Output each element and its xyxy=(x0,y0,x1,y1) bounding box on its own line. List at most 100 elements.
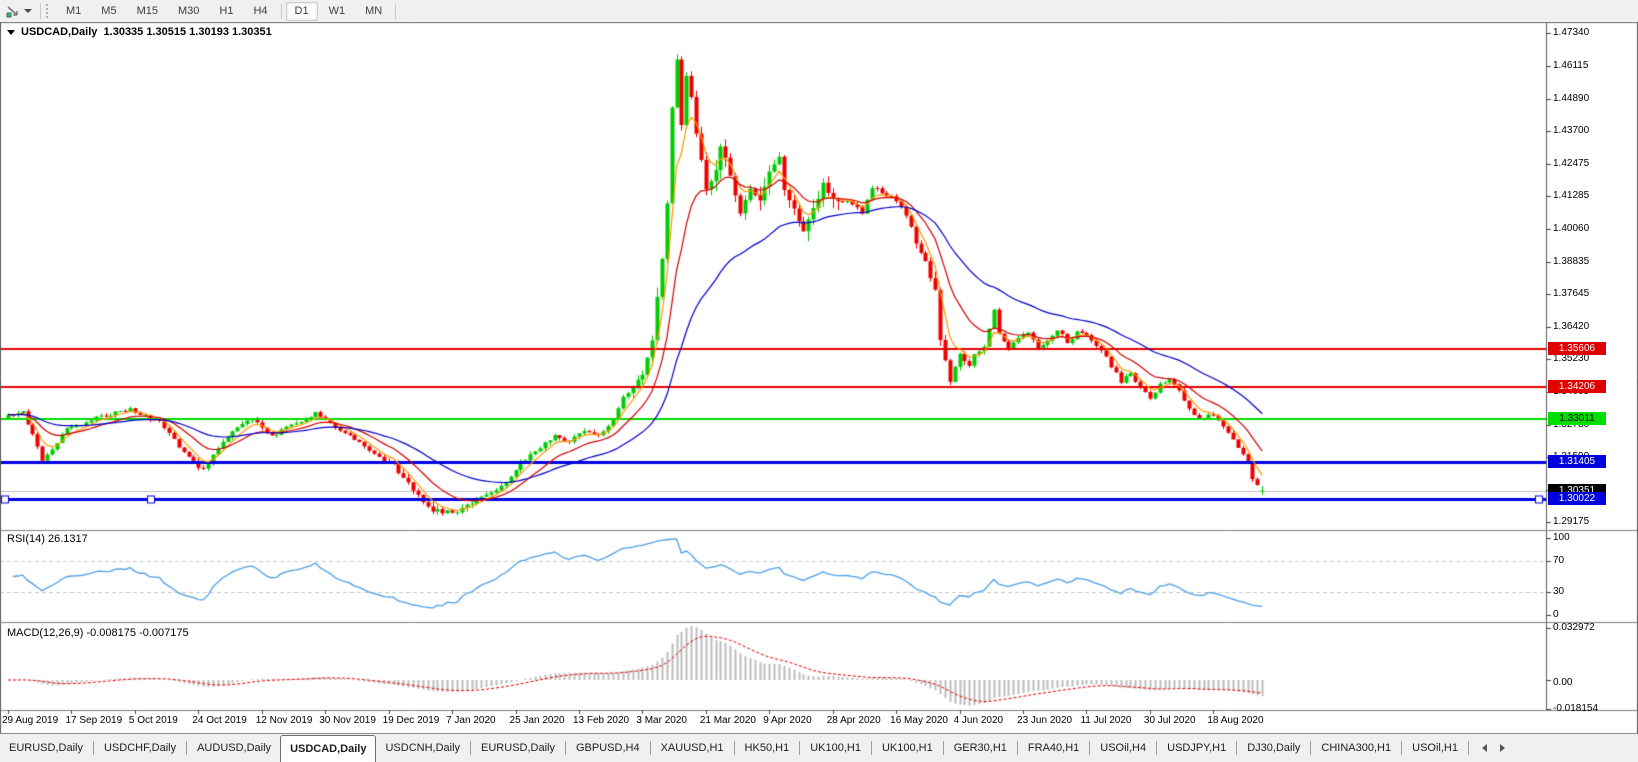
macd-axis-label: -0.018154 xyxy=(1553,702,1599,714)
chart-tab-AUDUSD-Daily[interactable]: AUDUSD,Daily xyxy=(188,734,280,762)
date-axis-label: 25 Jan 2020 xyxy=(509,715,565,726)
chart-tab-XAUUSD-H1[interactable]: XAUUSD,H1 xyxy=(652,734,733,762)
tab-divider xyxy=(470,741,472,755)
date-axis-label: 13 Feb 2020 xyxy=(572,715,630,726)
timeframe-button-M5[interactable]: M5 xyxy=(92,2,125,21)
rsi-axis-label: 0 xyxy=(1553,609,1559,620)
chart-tab-GBPUSD-H4[interactable]: GBPUSD,H4 xyxy=(567,734,649,762)
indicators-icon[interactable] xyxy=(4,2,22,20)
tab-divider xyxy=(1467,741,1469,755)
price-axis-label: 1.44890 xyxy=(1553,92,1590,104)
date-axis-label: 29 Aug 2019 xyxy=(2,715,59,726)
chart-ohlc-values: 1.30335 1.30515 1.30193 1.30351 xyxy=(103,26,272,38)
collapse-triangle-icon[interactable] xyxy=(7,29,15,35)
price-axis-label: 1.42475 xyxy=(1553,158,1590,170)
date-axis-label: 21 Mar 2020 xyxy=(699,715,756,726)
chart-tab-UK100-H1[interactable]: UK100,H1 xyxy=(873,734,942,762)
tab-divider xyxy=(799,741,801,755)
tab-divider xyxy=(1310,741,1312,755)
tab-divider xyxy=(92,741,94,755)
trading-terminal-window: M1 M5 M15 M30 H1 H4 D1 W1 MN USDCAD,Daily 1.3033… xyxy=(0,0,1638,762)
date-axis-label: 3 Mar 2020 xyxy=(636,715,687,726)
price-axis-label: 1.29175 xyxy=(1553,516,1590,528)
chart-tab-USDCAD-Daily[interactable]: USDCAD,Daily xyxy=(280,734,377,762)
timeframe-button-H4[interactable]: H4 xyxy=(244,2,276,21)
chart-tab-USDJPY-H1[interactable]: USDJPY,H1 xyxy=(1158,734,1235,762)
toolbar-separator xyxy=(395,3,397,19)
price-badge: 1.30022 xyxy=(1548,492,1606,506)
price-axis-label: 1.40060 xyxy=(1553,223,1590,235)
chart-tab-FRA40-H1[interactable]: FRA40,H1 xyxy=(1019,734,1088,762)
timeframe-button-MN[interactable]: MN xyxy=(356,2,391,21)
price-axis-label: 1.37645 xyxy=(1553,288,1590,300)
price-badge: 1.31405 xyxy=(1548,455,1606,469)
chart-tab-CHINA300-H1[interactable]: CHINA300,H1 xyxy=(1312,734,1400,762)
chart-tab-GER30-H1[interactable]: GER30,H1 xyxy=(945,734,1016,762)
timeframe-button-W1[interactable]: W1 xyxy=(320,2,355,21)
price-axis-label: 1.43700 xyxy=(1553,125,1590,137)
timeframe-toolbar: M1 M5 M15 M30 H1 H4 D1 W1 MN xyxy=(0,0,1638,22)
chart-tab-HK50-H1[interactable]: HK50,H1 xyxy=(736,734,799,762)
date-axis-label: 5 Oct 2019 xyxy=(128,715,178,726)
date-axis-label: 30 Nov 2019 xyxy=(319,715,376,726)
date-axis-label: 9 Apr 2020 xyxy=(763,715,812,726)
date-axis-label: 12 Nov 2019 xyxy=(255,715,313,726)
chart-tab-USOil-H4[interactable]: USOil,H4 xyxy=(1091,734,1155,762)
timeframe-button-M30[interactable]: M30 xyxy=(169,2,208,21)
rsi-indicator-label: RSI(14) 26.1317 xyxy=(7,533,88,545)
tab-divider xyxy=(1156,741,1158,755)
toolbar-separator xyxy=(40,3,41,19)
price-axis-label: 1.36420 xyxy=(1553,321,1590,333)
timeframe-button-H1[interactable]: H1 xyxy=(210,2,242,21)
date-axis-label: 4 Jun 2020 xyxy=(953,715,1004,726)
tab-divider xyxy=(942,741,944,755)
chart-tab-USDCNH-Daily[interactable]: USDCNH,Daily xyxy=(376,734,469,762)
date-axis-label: 19 Dec 2019 xyxy=(382,715,440,726)
rsi-axis-label: 30 xyxy=(1553,585,1565,597)
dropdown-caret-icon[interactable] xyxy=(24,9,32,13)
price-axis-label: 1.38835 xyxy=(1553,256,1590,268)
price-badge: 1.35606 xyxy=(1548,342,1606,356)
tab-divider xyxy=(649,741,651,755)
macd-axis-label: 0.00 xyxy=(1553,677,1573,688)
timeframe-button-M15[interactable]: M15 xyxy=(128,2,167,21)
chart-symbol-label: USDCAD,Daily xyxy=(21,26,98,38)
date-axis-label: 30 Jul 2020 xyxy=(1143,715,1196,726)
price-axis-label: 1.41285 xyxy=(1553,190,1590,202)
rsi-axis-label: 100 xyxy=(1553,532,1570,543)
tab-divider xyxy=(1016,741,1018,755)
chart-title: USDCAD,Daily 1.30335 1.30515 1.30193 1.3… xyxy=(7,26,272,38)
tab-divider xyxy=(565,741,566,755)
timeframe-buttons: M1 M5 M15 M30 H1 H4 D1 W1 MN xyxy=(56,1,399,21)
tab-scroll-left-button[interactable] xyxy=(1478,741,1492,755)
date-axis-label: 24 Oct 2019 xyxy=(192,715,247,726)
date-axis-label: 7 Jan 2020 xyxy=(446,715,496,726)
chart-tab-DJ30-Daily[interactable]: DJ30,Daily xyxy=(1238,734,1309,762)
chart-tab-USDCHF-Daily[interactable]: USDCHF,Daily xyxy=(95,734,185,762)
timeframe-button-M1[interactable]: M1 xyxy=(57,2,90,21)
tab-divider xyxy=(186,741,188,755)
chart-plot-canvas[interactable] xyxy=(0,0,1638,733)
tab-scroll-right-button[interactable] xyxy=(1496,741,1510,755)
toolbar-separator xyxy=(280,3,282,19)
date-axis-label: 28 Apr 2020 xyxy=(826,715,881,726)
tab-divider xyxy=(733,741,735,755)
date-axis-label: 23 Jun 2020 xyxy=(1017,715,1073,726)
tab-divider xyxy=(1236,741,1238,755)
rsi-axis-label: 70 xyxy=(1553,555,1565,567)
chart-tab-UK100-H1[interactable]: UK100,H1 xyxy=(801,734,870,762)
chart-tab-EURUSD-Daily[interactable]: EURUSD,Daily xyxy=(472,734,564,762)
chart-tab-EURUSD-Daily[interactable]: EURUSD,Daily xyxy=(0,734,92,762)
date-axis-label: 16 May 2020 xyxy=(890,715,948,726)
toolbar-grip[interactable] xyxy=(46,4,51,18)
price-badge: 1.33011 xyxy=(1548,411,1606,425)
chart-tab-bar: EURUSD,Daily USDCHF,Daily AUDUSD,Daily USDC… xyxy=(0,733,1638,762)
macd-axis-label: 0.032972 xyxy=(1553,621,1595,633)
tab-divider xyxy=(1089,741,1091,755)
tab-divider xyxy=(870,741,872,755)
date-axis-label: 11 Jul 2020 xyxy=(1080,715,1132,726)
timeframe-button-D1[interactable]: D1 xyxy=(285,1,318,21)
date-axis-label: 18 Aug 2020 xyxy=(1207,715,1264,726)
price-axis-label: 1.47340 xyxy=(1553,27,1590,38)
chart-tab-USOil-H1[interactable]: USOil,H1 xyxy=(1403,734,1467,762)
